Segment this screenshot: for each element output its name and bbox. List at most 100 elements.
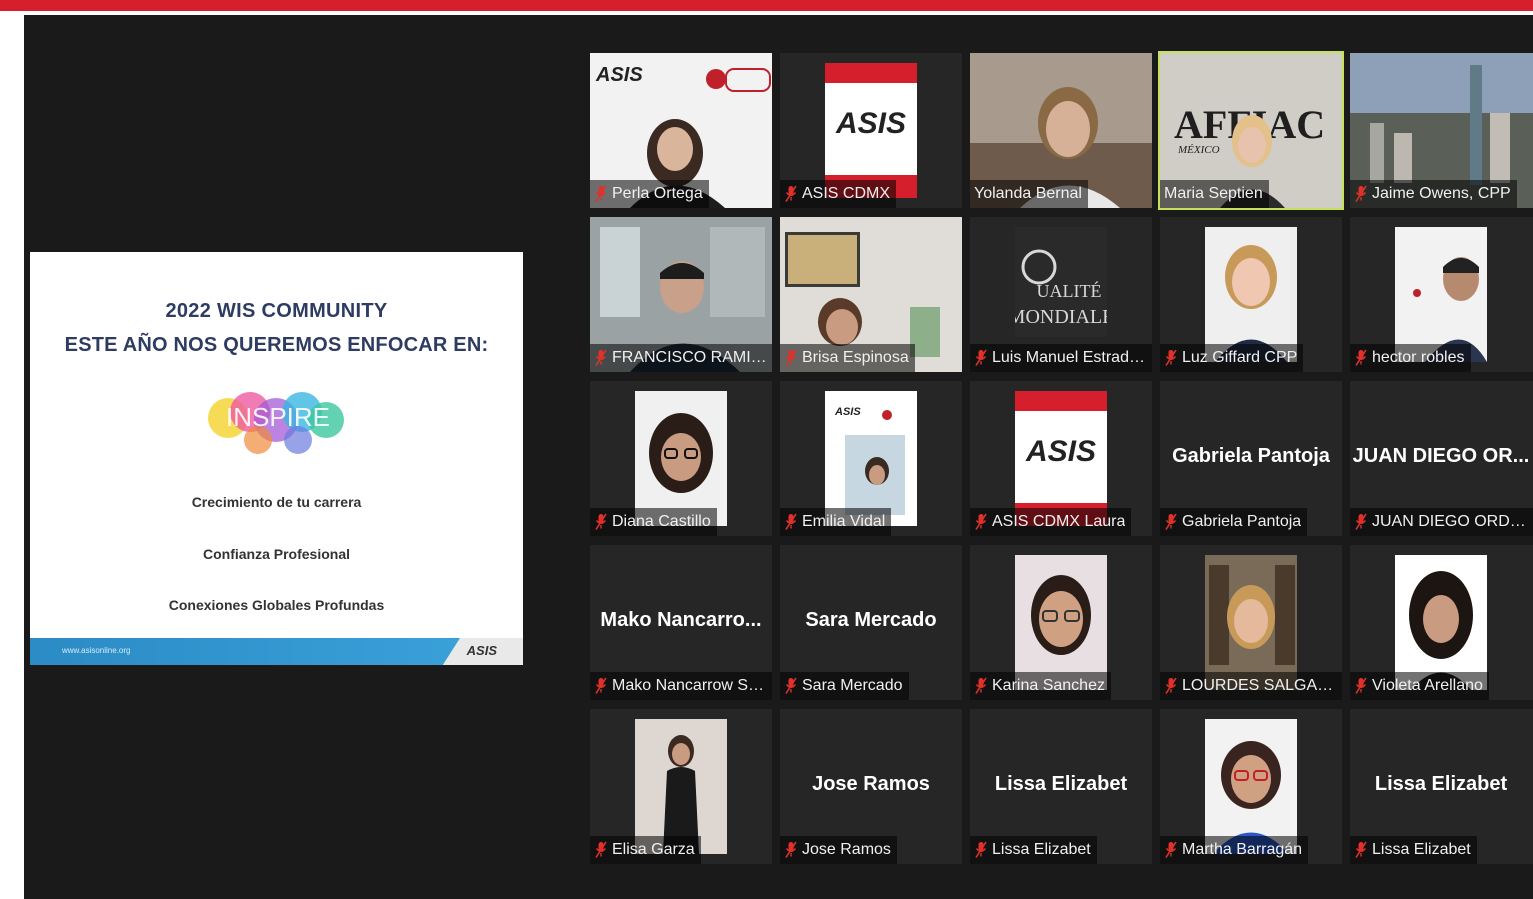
participant-name: FRANCISCO RAMIREZ xyxy=(612,349,770,366)
video-feed xyxy=(1395,555,1487,690)
mic-muted-icon xyxy=(974,513,988,531)
mic-muted-icon xyxy=(1164,841,1178,859)
participant-tile[interactable]: Violeta Arellano xyxy=(1350,545,1533,700)
participant-name: Karina Sanchez xyxy=(992,677,1105,694)
participant-name: Perla Ortega xyxy=(612,185,703,202)
mic-muted-icon xyxy=(1164,513,1178,531)
participant-display-name: Lissa Elizabet xyxy=(1374,773,1508,795)
participant-tile[interactable]: Karina Sanchez xyxy=(970,545,1152,700)
participant-name: ASIS CDMX Laura xyxy=(992,513,1126,530)
mic-muted-icon xyxy=(1354,677,1368,695)
participant-tile[interactable]: Lissa Elizabet Lissa Elizabet xyxy=(970,709,1152,864)
svg-text:ASIS: ASIS xyxy=(1025,435,1096,468)
mic-muted-icon xyxy=(784,513,798,531)
participant-name: Lissa Elizabet xyxy=(1372,841,1471,858)
participant-tile[interactable]: Elisa Garza xyxy=(590,709,772,864)
participant-name: Jaime Owens, CPP xyxy=(1372,185,1511,202)
participant-name: ASIS CDMX xyxy=(802,185,891,202)
participant-name: Brisa Espinosa xyxy=(802,349,909,366)
mic-muted-icon xyxy=(1164,677,1178,695)
participant-tile[interactable]: UALITÉ MONDIALE Luis Manuel Estrada ... xyxy=(970,217,1152,372)
mic-muted-icon xyxy=(1354,841,1368,859)
slide-bullet: Confianza Profesional xyxy=(202,546,351,562)
participant-tile[interactable]: hector robles xyxy=(1350,217,1533,372)
participant-name: Mako Nancarrow Su... xyxy=(612,677,770,694)
mic-muted-icon xyxy=(594,677,608,695)
video-feed xyxy=(635,719,727,854)
svg-text:ASIS: ASIS xyxy=(834,406,861,418)
participant-display-name: Jose Ramos xyxy=(812,773,930,795)
svg-text:MONDIALE: MONDIALE xyxy=(1015,306,1107,328)
mic-muted-icon xyxy=(1354,349,1368,367)
participant-name: Luz Giffard CPP xyxy=(1182,349,1298,366)
mic-muted-icon xyxy=(1354,513,1368,531)
participant-name: Jose Ramos xyxy=(802,841,891,858)
participant-display-name: Gabriela Pantoja xyxy=(1172,445,1330,467)
participant-tile[interactable]: Martha Barragán xyxy=(1160,709,1342,864)
shared-screen-slide[interactable]: 2022 WIS COMMUNITY ESTE AÑO NOS QUEREMOS… xyxy=(30,252,523,665)
video-feed xyxy=(1205,719,1297,854)
participant-tile[interactable]: Gabriela Pantoja Gabriela Pantoja xyxy=(1160,381,1342,536)
mic-muted-icon xyxy=(1354,185,1368,203)
participant-name: Martha Barragán xyxy=(1182,841,1303,858)
participant-name: Emilia Vidal xyxy=(802,513,886,530)
participant-name: Lissa Elizabet xyxy=(992,841,1091,858)
slide-footer-logo: ASIS xyxy=(466,643,497,658)
svg-text:MÉXICO: MÉXICO xyxy=(1177,144,1220,156)
participant-name: Maria Septien xyxy=(1164,185,1263,202)
mic-muted-icon xyxy=(594,349,608,367)
mic-muted-icon xyxy=(974,841,988,859)
mic-muted-icon xyxy=(974,677,988,695)
participant-tile[interactable]: Diana Castillo xyxy=(590,381,772,536)
participant-tile[interactable]: Sara Mercado Sara Mercado xyxy=(780,545,962,700)
participant-tile[interactable]: Jose Ramos Jose Ramos xyxy=(780,709,962,864)
participant-name: LOURDES SALGADO xyxy=(1182,677,1340,694)
participant-tile[interactable]: ASIS Perla Ortega xyxy=(590,53,772,208)
participant-display-name: Lissa Elizabet xyxy=(994,773,1128,795)
participant-tile[interactable]: Yolanda Bernal xyxy=(970,53,1152,208)
mic-muted-icon xyxy=(784,841,798,859)
participant-name: hector robles xyxy=(1372,349,1465,366)
participant-name: Luis Manuel Estrada ... xyxy=(992,349,1150,366)
mic-muted-icon xyxy=(1164,349,1178,367)
participant-display-name: Mako Nancarro... xyxy=(600,609,762,631)
participant-tile[interactable]: Luz Giffard CPP xyxy=(1160,217,1342,372)
slide-bullet: Conexiones Globales Profundas xyxy=(168,597,385,613)
participant-name: Diana Castillo xyxy=(612,513,711,530)
svg-text:INSPIRE: INSPIRE xyxy=(226,402,330,432)
participant-tile[interactable]: ASIS Emilia Vidal xyxy=(780,381,962,536)
slide-title: 2022 WIS COMMUNITY xyxy=(165,300,388,322)
participant-tile[interactable]: Brisa Espinosa xyxy=(780,217,962,372)
mic-muted-icon xyxy=(594,185,608,203)
inspire-logo: INSPIRE xyxy=(198,382,358,462)
video-feed xyxy=(635,391,727,526)
top-red-bar xyxy=(0,0,1533,11)
mic-muted-icon xyxy=(784,677,798,695)
slide-subtitle: ESTE AÑO NOS QUEREMOS ENFOCAR EN: xyxy=(64,334,489,356)
participant-tile[interactable]: FRANCISCO RAMIREZ xyxy=(590,217,772,372)
slide-footer: www.asisonline.org ASIS xyxy=(30,638,523,665)
video-feed xyxy=(1015,555,1107,690)
svg-text:ASIS: ASIS xyxy=(835,107,906,140)
participant-tile[interactable]: JUAN DIEGO OR... JUAN DIEGO ORDAZ xyxy=(1350,381,1533,536)
participant-name: Gabriela Pantoja xyxy=(1182,513,1302,530)
video-feed xyxy=(1205,555,1297,690)
participant-display-name: JUAN DIEGO OR... xyxy=(1352,445,1530,467)
participant-tile[interactable]: Jaime Owens, CPP xyxy=(1350,53,1533,208)
participant-tile[interactable]: ASIS ASIS CDMX Laura xyxy=(970,381,1152,536)
video-feed xyxy=(1395,227,1487,362)
slide-bullet: Crecimiento de tu carrera xyxy=(191,494,362,510)
video-feed: UALITÉ MONDIALE xyxy=(1015,227,1107,337)
participant-name: Sara Mercado xyxy=(802,677,903,694)
participant-name: Elisa Garza xyxy=(612,841,695,858)
participant-tile[interactable]: LOURDES SALGADO xyxy=(1160,545,1342,700)
participant-display-name: Sara Mercado xyxy=(805,609,937,631)
participant-tile[interactable]: Mako Nancarro... Mako Nancarrow Su... xyxy=(590,545,772,700)
participant-tile[interactable]: ASIS ASIS CDMX xyxy=(780,53,962,208)
participant-tile-active-speaker[interactable]: AFFIAC MÉXICO Maria Septien xyxy=(1158,51,1344,210)
mic-muted-icon xyxy=(784,185,798,203)
svg-text:UALITÉ: UALITÉ xyxy=(1037,280,1102,301)
participant-tile[interactable]: Lissa Elizabet Lissa Elizabet xyxy=(1350,709,1533,864)
mic-muted-icon xyxy=(594,513,608,531)
participant-name: Yolanda Bernal xyxy=(974,185,1082,202)
